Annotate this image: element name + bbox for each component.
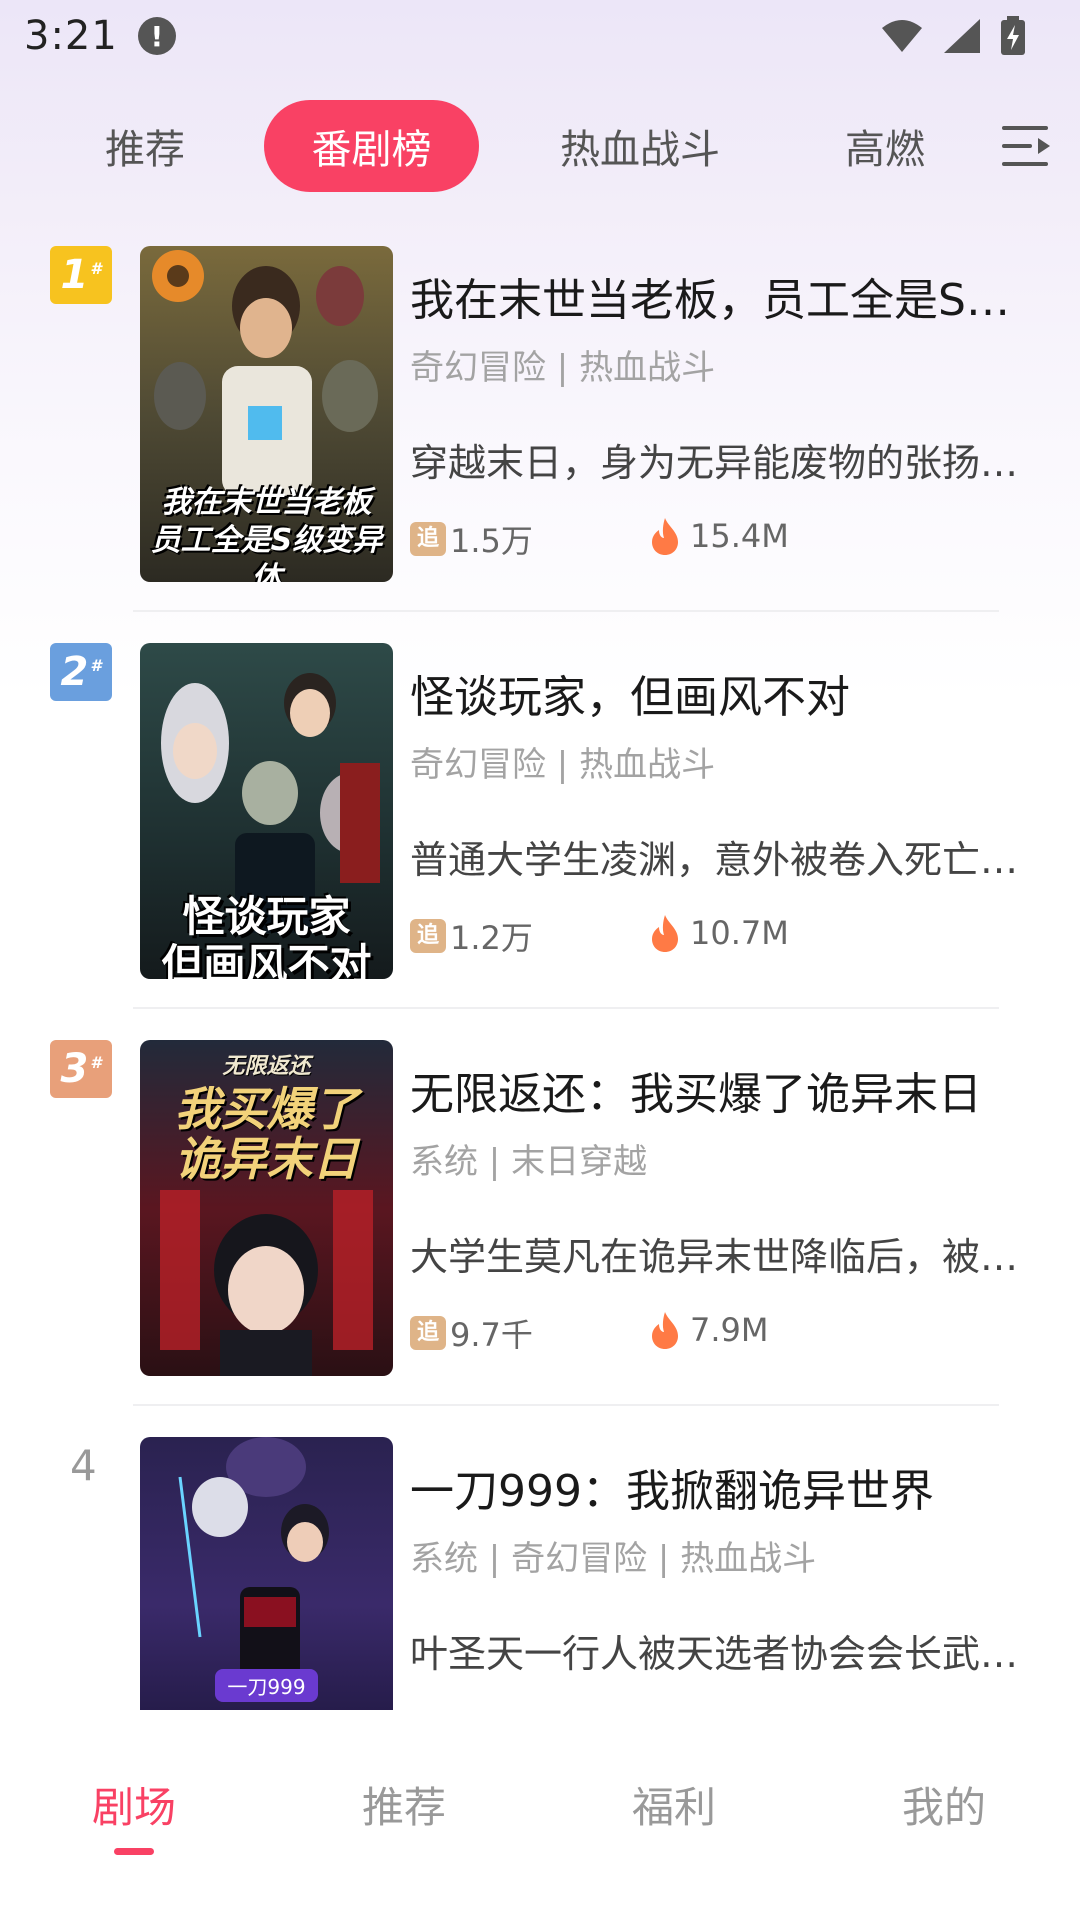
list-item[interactable]: 4 一刀999 一刀999：我掀翻诡异世界 系统 | 奇幻冒险 | 热血战斗 叶…	[0, 1431, 1080, 1710]
cover-image[interactable]: 怪谈玩家 但画风不对	[140, 643, 393, 979]
item-stats: 追 1.2万 10.7M	[410, 913, 1030, 957]
item-description: 穿越末日，身为无异能废物的张扬，意外获得系统	[410, 441, 1020, 485]
cover-image[interactable]: 无限返还 我买爆了 诡异末日	[140, 1040, 393, 1376]
divider	[133, 610, 999, 612]
nav-recommend[interactable]: 推荐	[324, 1774, 484, 1835]
tab-hot-blood-battle[interactable]: 热血战斗	[540, 100, 740, 192]
nav-active-indicator	[114, 1848, 154, 1855]
cover-title-line: 员工全是S级变异体	[150, 523, 383, 582]
menu-expand-icon[interactable]	[998, 120, 1054, 172]
item-title[interactable]: 我在末世当老板，员工全是S级变异体	[410, 264, 1020, 328]
item-tags: 系统 | 奇幻冒险 | 热血战斗	[410, 1539, 817, 1579]
rank-number: 4	[70, 1441, 97, 1490]
cover-title-line: 我买爆了	[174, 1082, 359, 1136]
battery-charging-icon	[1001, 16, 1025, 55]
list-item[interactable]: 3 # 无限返还 我买爆了 诡异末日 无限返还：我买爆了诡异末日 系统 | 末日…	[0, 1034, 1080, 1431]
item-title[interactable]: 一刀999：我掀翻诡异世界	[410, 1455, 1020, 1519]
item-title[interactable]: 怪谈玩家，但画风不对	[410, 661, 1020, 725]
cover-title-line: 我在末世当老板	[161, 485, 372, 520]
category-tabs: 推荐 番剧榜 热血战斗 高燃	[0, 100, 1080, 192]
follow-count: 1.5万	[450, 522, 533, 560]
heat-count: 15.4M	[690, 517, 789, 555]
follow-count: 1.2万	[450, 919, 533, 957]
heat-count: 7.9M	[690, 1311, 769, 1349]
signal-icon	[944, 19, 980, 53]
cover-image[interactable]: 一刀999	[140, 1437, 393, 1710]
status-time: 3:21	[24, 13, 118, 59]
tab-recommend[interactable]: 推荐	[70, 100, 220, 192]
nav-mine[interactable]: 我的	[864, 1774, 1024, 1835]
cover-image[interactable]: 我在末世当老板 员工全是S级变异体	[140, 246, 393, 582]
nav-welfare[interactable]: 福利	[594, 1774, 754, 1835]
item-stats: 追 9.7千 7.9M	[410, 1310, 1030, 1354]
status-bar: 3:21 !	[0, 0, 1080, 72]
rank-badge: 1 #	[50, 246, 112, 304]
fire-icon	[652, 915, 678, 952]
follow-icon: 追	[410, 919, 446, 953]
wifi-icon	[882, 20, 922, 52]
item-tags: 奇幻冒险 | 热血战斗	[410, 745, 716, 785]
cover-title-line: 怪谈玩家	[182, 892, 351, 941]
item-tags: 系统 | 末日穿越	[410, 1142, 648, 1182]
rank-badge: 3 #	[50, 1040, 112, 1098]
item-tags: 奇幻冒险 | 热血战斗	[410, 348, 716, 388]
follow-icon: 追	[410, 1316, 446, 1350]
rank-badge: 2 #	[50, 643, 112, 701]
cover-subtitle: 一刀999	[215, 1669, 318, 1702]
tab-high-energy[interactable]: 高燃	[810, 100, 960, 192]
tab-anime-ranking[interactable]: 番剧榜	[264, 100, 479, 192]
item-stats: 追 1.5万 15.4M	[410, 516, 1030, 560]
fire-icon	[652, 518, 678, 555]
item-title[interactable]: 无限返还：我买爆了诡异末日	[410, 1058, 1020, 1122]
follow-icon: 追	[410, 522, 446, 556]
cover-title-line: 但画风不对	[161, 940, 372, 980]
follow-count: 9.7千	[450, 1316, 533, 1354]
divider	[133, 1404, 999, 1406]
cover-title-line: 诡异末日	[174, 1132, 359, 1186]
alert-circle-icon: !	[137, 17, 176, 55]
item-description: 普通大学生凌渊，意外被卷入死亡游戏之中	[410, 838, 1020, 882]
fire-icon	[652, 1312, 678, 1349]
item-description: 叶圣天一行人被天选者协会会长武力胁迫	[410, 1632, 1020, 1676]
list-item[interactable]: 1 # 我在末世当老板 员工全是S级变异体 我在末世当老板，员工全是S级 奇幻冒…	[0, 240, 1080, 637]
bottom-navigation: 剧场 推荐 福利 我的	[0, 1710, 1080, 1920]
ranking-list: 1 # 我在末世当老板 员工全是S级变异体 我在末世当老板，员工全是S级 奇幻冒…	[0, 240, 1080, 1710]
list-item[interactable]: 2 # 怪谈玩家 但画风不对 怪谈玩家，但画风不对 奇幻冒险 | 热血战斗 普通…	[0, 637, 1080, 1034]
cover-subtitle: 无限返还	[222, 1054, 311, 1079]
item-description: 大学生莫凡在诡异末世降临后，被系统选中	[410, 1235, 1020, 1279]
nav-theater[interactable]: 剧场	[54, 1774, 214, 1835]
divider	[133, 1007, 999, 1009]
heat-count: 10.7M	[690, 914, 789, 952]
